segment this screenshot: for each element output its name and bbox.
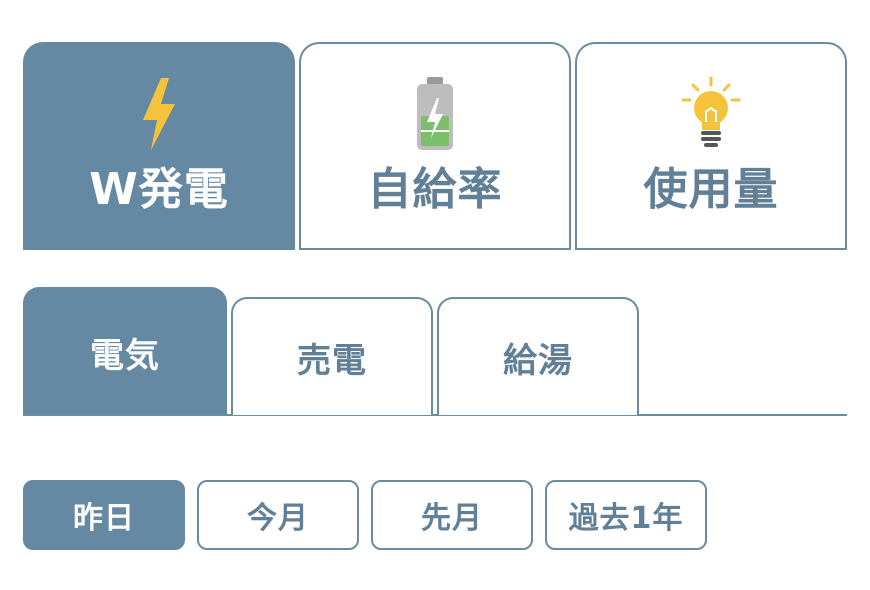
battery-icon [415, 76, 455, 152]
tab-self-sufficiency[interactable]: 自給率 [299, 42, 571, 250]
tab-w-generation[interactable]: W発電 [23, 42, 295, 250]
lightning-bolt-icon [139, 76, 179, 152]
period-this-month-button[interactable]: 今月 [197, 480, 359, 550]
tab-hot-water[interactable]: 給湯 [437, 297, 639, 415]
button-label: 先月 [421, 501, 483, 536]
tab-label: 売電 [297, 340, 367, 381]
period-last-month-button[interactable]: 先月 [371, 480, 533, 550]
period-yesterday-button[interactable]: 昨日 [23, 480, 185, 550]
button-label: 過去1年 [568, 501, 684, 536]
main-tab-bar: W発電 自給率 使用量 [23, 42, 847, 250]
tab-usage[interactable]: 使用量 [575, 42, 847, 250]
button-label: 今月 [247, 501, 309, 536]
sub-tab-bar: 電気 売電 給湯 [23, 287, 847, 417]
tab-label: 自給率 [367, 164, 503, 215]
tab-label: 給湯 [503, 340, 573, 381]
tab-power-sale[interactable]: 売電 [231, 297, 433, 415]
tab-label: 電気 [90, 335, 160, 376]
button-label: 昨日 [73, 501, 135, 536]
tab-label: 使用量 [643, 164, 779, 215]
period-past-year-button[interactable]: 過去1年 [545, 480, 707, 550]
tab-electricity[interactable]: 電気 [23, 287, 227, 415]
tab-label: W発電 [89, 164, 229, 215]
light-bulb-icon [679, 76, 743, 152]
